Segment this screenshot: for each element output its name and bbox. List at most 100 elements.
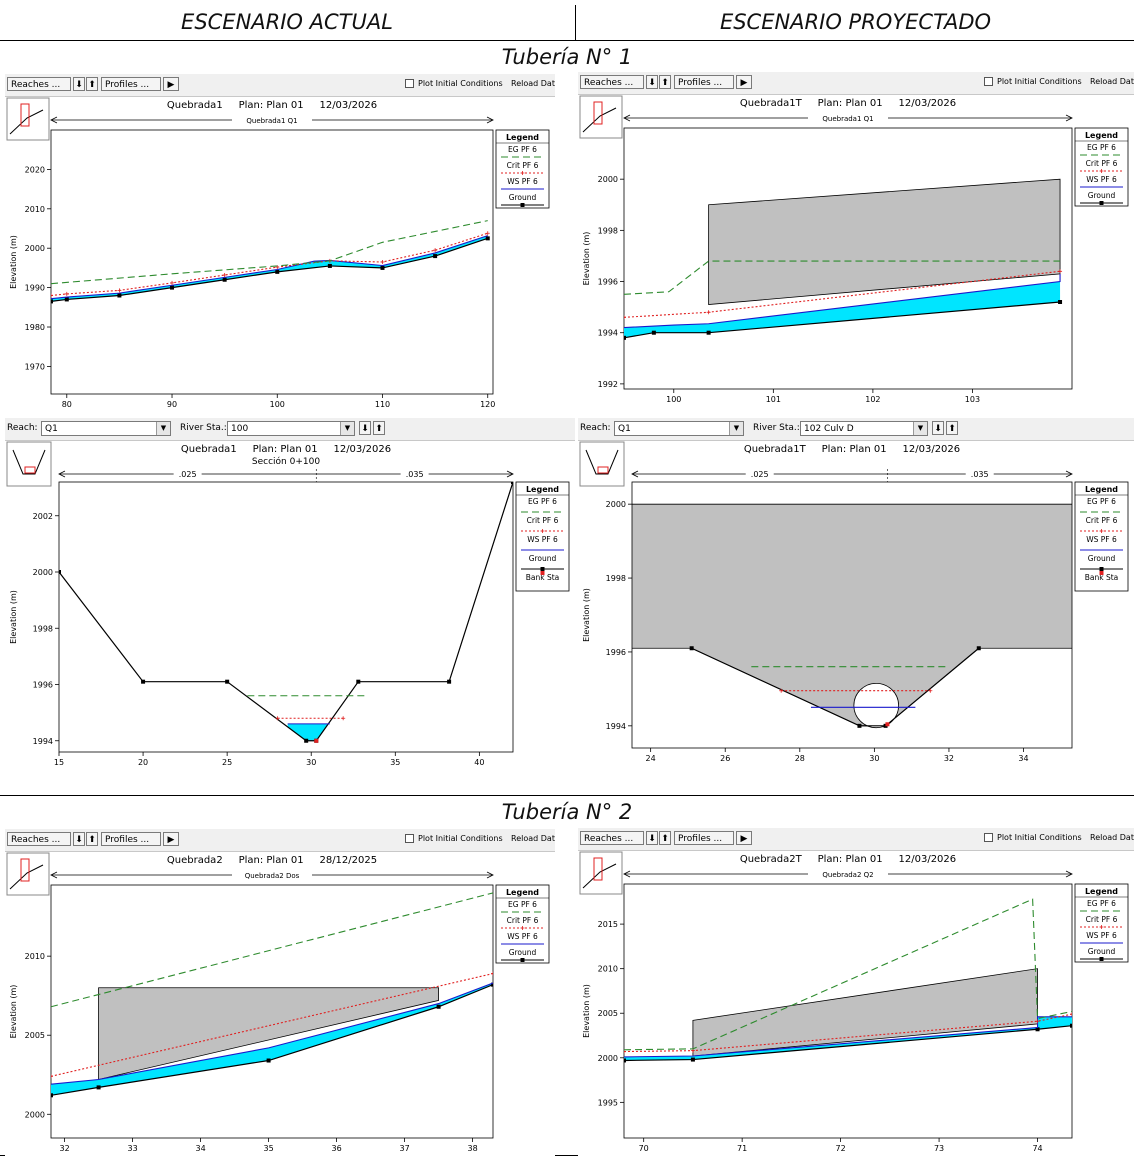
arrow-up-icon[interactable]: ⬆ — [659, 75, 671, 89]
cross-section-panel-quebrada1: Reach: Q1 ▼ River Sta.: 100 ▼ ⬇ ⬆ Quebrada1 Plan… — [5, 418, 575, 772]
section-title-tuberia-1: Tubería N° 1 — [501, 45, 633, 69]
y-tick-label: 2000 — [598, 175, 618, 184]
ground-point — [327, 263, 332, 268]
reaches-button[interactable]: Reaches ... — [7, 77, 71, 91]
chart-canvas: Quebrada1T Plan: Plan 01 12/03/2026 .025.… — [579, 441, 1129, 763]
legend-entry: Crit PF 6 — [1086, 159, 1118, 168]
arrow-down-icon[interactable]: ⬇ — [73, 77, 85, 91]
river-sta-label: River Sta.: — [180, 423, 227, 433]
arrow-up-icon[interactable]: ⬆ — [659, 831, 671, 845]
play-icon[interactable]: ▶ — [163, 77, 179, 91]
thumbnail-icon[interactable] — [6, 441, 52, 487]
ground-point — [222, 277, 227, 282]
profile-panel-quebrada1: Reaches ... ⬇ ⬆ Profiles ... ▶ Plot Initial C… — [5, 74, 555, 414]
ground-point — [51, 1093, 53, 1098]
arrow-down-icon[interactable]: ⬇ — [73, 832, 85, 846]
chart-title: Quebrada1T Plan: Plan 01 12/03/2026 — [744, 444, 960, 455]
plot-initial-checkbox[interactable] — [405, 834, 414, 843]
y-tick-label: 2000 — [606, 500, 626, 509]
reload-data-button[interactable]: Reload Dat — [1090, 833, 1134, 842]
plot-initial-label: Plot Initial Conditions — [997, 77, 1082, 86]
play-icon[interactable]: ▶ — [736, 831, 752, 845]
y-axis-label: Elevation (m) — [9, 985, 18, 1039]
arrow-up-icon[interactable]: ⬆ — [86, 832, 98, 846]
legend-entry: EG PF 6 — [528, 497, 557, 506]
play-icon[interactable]: ▶ — [736, 75, 752, 89]
profiles-button[interactable]: Profiles ... — [101, 77, 161, 91]
profiles-button[interactable]: Profiles ... — [674, 831, 734, 845]
y-tick-label: 2000 — [25, 244, 45, 253]
arrow-down-icon[interactable]: ⬇ — [646, 75, 658, 89]
profile-toolbar: Reaches ... ⬇ ⬆ Profiles ... ▶ Plot Initial C… — [5, 829, 555, 852]
play-icon[interactable]: ▶ — [163, 832, 179, 846]
y-axis-label: Elevation (m) — [582, 588, 591, 642]
legend-entry: Ground — [529, 554, 557, 563]
x-tick-label: 15 — [54, 758, 64, 767]
reach-select-value: Q1 — [618, 424, 631, 434]
plot-initial-checkbox[interactable] — [984, 833, 993, 842]
y-axis-label: Elevation (m) — [582, 232, 591, 286]
plot-initial-checkbox[interactable] — [984, 77, 993, 86]
arrow-down-icon[interactable]: ⬇ — [932, 421, 944, 435]
legend-entry: WS PF 6 — [527, 535, 558, 544]
legend-entry: Crit PF 6 — [1086, 516, 1118, 525]
x-tick-label: 80 — [62, 400, 72, 409]
x-tick-label: 35 — [264, 1144, 274, 1153]
legend-swatch-ground-marker — [520, 958, 525, 962]
y-axis-label: Elevation (m) — [582, 984, 591, 1038]
river-sta-select[interactable]: 102 Culv D ▼ — [800, 421, 928, 436]
x-tick-label: 35 — [390, 758, 400, 767]
bank-station-point — [885, 722, 890, 727]
y-tick-label: 2005 — [25, 1031, 45, 1040]
y-tick-label: 1998 — [606, 574, 626, 583]
legend-entry: Ground — [1088, 191, 1116, 200]
reload-data-button[interactable]: Reload Dat — [1090, 77, 1134, 86]
reach-select[interactable]: Q1 ▼ — [614, 421, 744, 436]
chevron-down-icon[interactable]: ▼ — [156, 422, 170, 435]
cross-section-toolbar: Reach: Q1 ▼ River Sta.: 102 Culv D ▼ ⬇ ⬆ — [578, 418, 1134, 441]
legend-entry: EG PF 6 — [508, 900, 537, 909]
plot-initial-checkbox[interactable] — [405, 79, 414, 88]
y-axis-label: Elevation (m) — [9, 590, 18, 644]
profiles-button[interactable]: Profiles ... — [674, 75, 734, 89]
x-tick-label: 101 — [766, 395, 781, 404]
reaches-button[interactable]: Reaches ... — [580, 75, 644, 89]
chart-title: Quebrada2T Plan: Plan 01 12/03/2026 — [740, 854, 956, 865]
thumbnail-icon[interactable] — [579, 441, 625, 487]
legend-entry: Crit PF 6 — [527, 516, 559, 525]
chart-canvas: Quebrada2T Plan: Plan 01 12/03/2026 Quebr… — [579, 851, 1129, 1153]
arrow-up-icon[interactable]: ⬆ — [946, 421, 958, 435]
river-sta-select[interactable]: 100 ▼ — [227, 421, 355, 436]
y-tick-label: 2002 — [33, 512, 53, 521]
reload-data-button[interactable]: Reload Dat — [511, 79, 555, 88]
reach-label: Quebrada2 Q2 — [822, 871, 873, 879]
ground-point — [141, 679, 146, 684]
legend-entry: Crit PF 6 — [507, 916, 539, 925]
reaches-button[interactable]: Reaches ... — [580, 831, 644, 845]
arrow-up-icon[interactable]: ⬆ — [373, 421, 385, 435]
x-tick-label: 32 — [944, 754, 954, 763]
x-tick-label: 37 — [400, 1144, 410, 1153]
x-tick-label: 72 — [836, 1144, 846, 1153]
chevron-down-icon[interactable]: ▼ — [729, 422, 743, 435]
x-tick-label: 36 — [332, 1144, 342, 1153]
reach-select[interactable]: Q1 ▼ — [41, 421, 171, 436]
profile-toolbar: Reaches ... ⬇ ⬆ Profiles ... ▶ Plot Initial C… — [578, 828, 1134, 851]
x-tick-label: 25 — [222, 758, 232, 767]
arrow-down-icon[interactable]: ⬇ — [646, 831, 658, 845]
reaches-button[interactable]: Reaches ... — [7, 832, 71, 846]
legend-swatch-ground-marker — [520, 203, 525, 207]
arrow-down-icon[interactable]: ⬇ — [359, 421, 371, 435]
reload-data-button[interactable]: Reload Dat — [511, 834, 555, 843]
reach-label: Reach: — [580, 423, 611, 433]
chevron-down-icon[interactable]: ▼ — [913, 422, 927, 435]
ground-point — [225, 679, 230, 684]
legend-entry: EG PF 6 — [508, 145, 537, 154]
legend-swatch-ground-marker — [1099, 567, 1104, 571]
arrow-up-icon[interactable]: ⬆ — [86, 77, 98, 91]
legend-title: Legend — [1085, 485, 1118, 494]
y-tick-label: 1980 — [25, 323, 45, 332]
chevron-down-icon[interactable]: ▼ — [340, 422, 354, 435]
profiles-button[interactable]: Profiles ... — [101, 832, 161, 846]
profile-toolbar: Reaches ... ⬇ ⬆ Profiles ... ▶ Plot Initial C… — [578, 72, 1134, 95]
